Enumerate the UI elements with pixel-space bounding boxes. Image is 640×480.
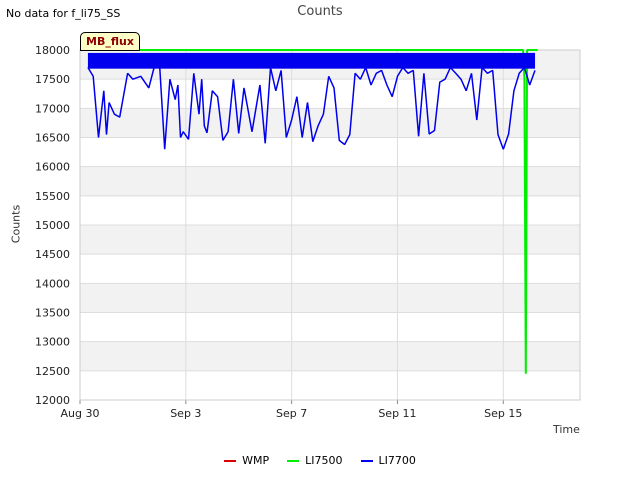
y-tick-label: 17000 — [35, 102, 70, 115]
legend-item-li7500: LI7500 — [287, 454, 343, 467]
legend: WMP LI7500 LI7700 — [0, 454, 640, 467]
mb-flux-badge: MB_flux — [80, 32, 140, 51]
x-tick-label: Aug 30 — [61, 407, 100, 420]
legend-swatch-li7700 — [360, 459, 373, 462]
y-tick-label: 13000 — [35, 336, 70, 349]
series-line-li7500 — [87, 49, 538, 374]
x-tick-label: Sep 3 — [170, 407, 201, 420]
series-band-li7700 — [87, 52, 536, 69]
x-tick-labels: Aug 30 Sep 3 Sep 7 Sep 11 Sep 15 — [61, 407, 523, 420]
y-tick-label: 16500 — [35, 132, 70, 145]
y-tick-label: 12000 — [35, 394, 70, 407]
legend-swatch-wmp — [224, 459, 237, 462]
y-tick-label: 12500 — [35, 365, 70, 378]
legend-label-li7700: LI7700 — [378, 454, 416, 467]
x-tick-label: Sep 7 — [276, 407, 307, 420]
x-tick-label: Sep 15 — [484, 407, 522, 420]
y-tick-label: 14000 — [35, 277, 70, 290]
y-tick-label: 14500 — [35, 248, 70, 261]
y-tick-label: 17500 — [35, 73, 70, 86]
plot-bands — [80, 50, 580, 371]
x-axis-label: Time — [553, 423, 580, 436]
y-tick-label: 15000 — [35, 219, 70, 232]
plot-band — [80, 341, 580, 371]
series-layer — [87, 49, 538, 374]
legend-item-li7700: LI7700 — [360, 454, 416, 467]
legend-swatch-li7500 — [287, 459, 300, 462]
x-tick-label: Sep 11 — [378, 407, 416, 420]
plot-band — [80, 108, 580, 138]
plot-band — [80, 166, 580, 196]
y-tick-label: 15500 — [35, 190, 70, 203]
y-tick-labels: 12000 12500 13000 13500 14000 14500 15000 15500… — [35, 44, 70, 407]
chart-title: Counts — [297, 4, 343, 19]
y-axis-label: Counts — [9, 204, 23, 244]
legend-label-wmp: WMP — [242, 454, 270, 467]
y-tick-label: 13500 — [35, 307, 70, 320]
y-tick-label: 18000 — [35, 44, 70, 57]
legend-item-wmp: WMP — [224, 454, 269, 467]
y-tick-label: 16000 — [35, 161, 70, 174]
plot-band — [80, 283, 580, 313]
legend-label-li7500: LI7500 — [305, 454, 343, 467]
chart-area: 12000 12500 13000 13500 14000 14500 15000 15500… — [35, 44, 581, 420]
plot-band — [80, 225, 580, 255]
